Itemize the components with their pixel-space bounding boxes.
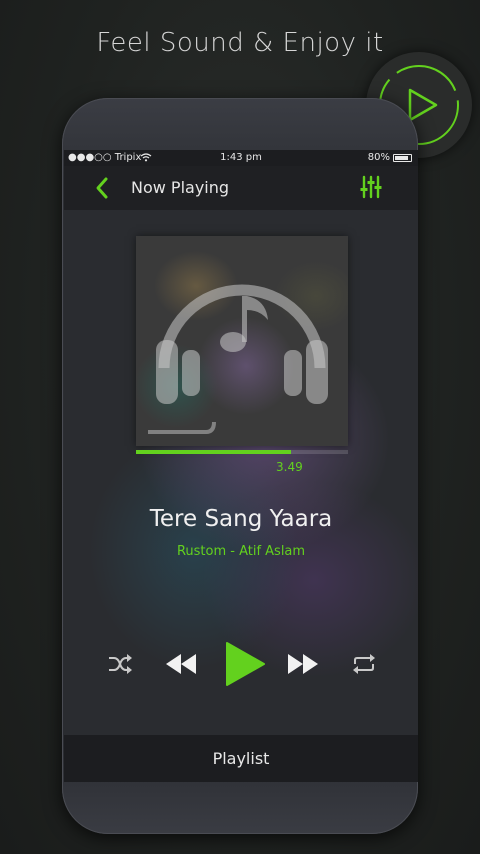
progress-fill — [136, 450, 291, 454]
page-title: Now Playing — [131, 178, 230, 197]
rewind-icon[interactable] — [165, 653, 197, 675]
elapsed-time: 3.49 — [276, 460, 303, 474]
play-icon[interactable] — [225, 641, 265, 687]
playlist-button[interactable]: Playlist — [64, 735, 418, 782]
song-subtitle: Rustom - Atif Aslam — [176, 544, 306, 559]
clock: 1:43 pm — [220, 152, 262, 163]
progress-bar[interactable] — [136, 450, 348, 454]
back-chevron-icon[interactable] — [94, 176, 110, 200]
repeat-icon[interactable] — [352, 654, 376, 674]
fast-forward-icon[interactable] — [287, 653, 319, 675]
equalizer-icon[interactable] — [360, 175, 382, 199]
top-bar: Now Playing — [64, 166, 418, 210]
battery-percent: 80% — [367, 152, 390, 163]
headphones-music-icon — [148, 284, 328, 434]
battery-icon — [393, 154, 412, 162]
album-art — [136, 236, 348, 446]
song-title: Tere Sang Yaara — [149, 506, 333, 532]
phone-screen: ●●●○○ Tripix 1:43 pm 80% Now Playing 3.4… — [64, 150, 418, 782]
status-bar: ●●●○○ Tripix 1:43 pm 80% — [64, 150, 418, 166]
shuffle-icon[interactable] — [108, 654, 132, 674]
